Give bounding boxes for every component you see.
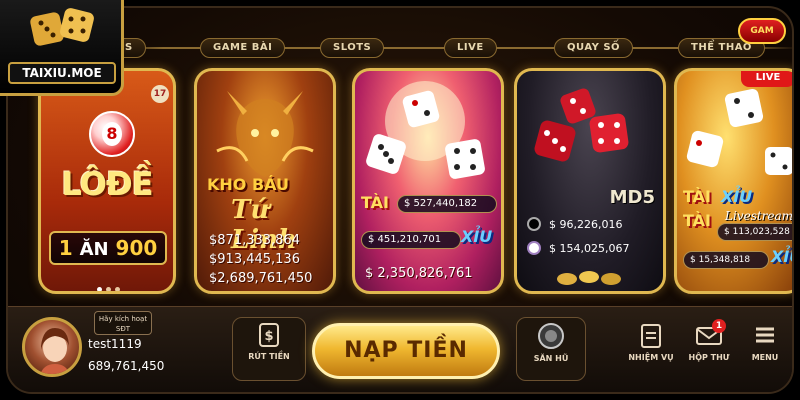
hamburger-icon	[756, 327, 774, 343]
username: test1119	[88, 337, 142, 351]
menu-button[interactable]: MENU	[742, 317, 788, 381]
kho-bau-jackpots: $871,333,864 $913,445,136 $2,689,761,450	[209, 231, 329, 288]
lode-odds-prefix: 1	[58, 236, 73, 260]
game-lobby: S GAME BÀI SLOTS LIVE QUAY SỐ THỂ THAO G…	[6, 6, 794, 394]
tab-quay-so[interactable]: QUAY SỐ	[554, 38, 634, 58]
logo-text: TAIXIU.MOE	[8, 62, 116, 84]
jackpot-value: $913,445,136	[209, 252, 300, 267]
lottery-ball-number: 8	[102, 122, 122, 146]
game-card-md5[interactable]: MD5 $ 96,226,016 $ 154,025,067	[514, 68, 666, 294]
md5-black-value: $ 96,226,016	[549, 218, 623, 231]
tab-slots[interactable]: SLOTS	[320, 38, 385, 58]
svg-text:$: $	[264, 329, 273, 344]
xiu-pot: $ 451,210,701	[361, 231, 461, 249]
tai-label: TÀI	[361, 193, 390, 212]
black-ball-icon	[527, 217, 541, 231]
category-tabs: S GAME BÀI SLOTS LIVE QUAY SỐ THỂ THAO	[108, 36, 792, 60]
deposit-button[interactable]: NẠP TIỀN	[312, 323, 500, 379]
balance: 689,761,450	[88, 359, 165, 373]
white-ball-icon	[527, 241, 541, 255]
gold-dice-icon	[30, 8, 94, 46]
jackpot-hunt-button[interactable]: SĂN HŨ	[516, 317, 586, 381]
game-card-live[interactable]: LIVE TÀI XỈU Livestream TÀI $ 113,023,52…	[674, 68, 794, 294]
avatar-face-icon	[40, 328, 70, 374]
jackpot-icon	[538, 323, 564, 349]
game-card-kho-bau[interactable]: KHO BÁU Tứ Linh $871,333,864 $913,445,13…	[194, 68, 336, 294]
withdraw-label: RÚT TIỀN	[248, 352, 290, 361]
lode-odds-word: ĂN	[79, 239, 109, 260]
mail-count-badge: 1	[712, 319, 726, 333]
bottom-bar: Hãy kích hoạt SĐT test1119 689,761,450 $…	[8, 306, 792, 392]
activate-line-2: SĐT	[115, 325, 131, 333]
white-dice-icon	[686, 88, 792, 175]
livestream-label: Livestream	[725, 209, 794, 223]
lottery-ball-icon: 8	[89, 111, 135, 157]
tab-live[interactable]: LIVE	[444, 38, 497, 58]
md5-label: MD5	[609, 187, 655, 208]
game-corner-badge[interactable]: GAM	[738, 18, 786, 44]
site-logo[interactable]: TAIXIU.MOE	[0, 0, 124, 96]
md5-white-row: $ 154,025,067	[527, 239, 657, 259]
withdraw-icon: $	[259, 323, 279, 347]
live-xiu-label: XỈU	[721, 187, 753, 206]
mailbox-label: HỘP THƯ	[688, 353, 730, 362]
live-tai-pot: $ 113,023,528	[717, 223, 792, 241]
live-tai-label: TÀI	[683, 187, 712, 206]
tab-game-bai[interactable]: GAME BÀI	[200, 38, 286, 58]
jackpot-label: SĂN HŨ	[533, 354, 569, 363]
clipboard-icon	[641, 324, 661, 348]
jackpot-value: $871,333,864	[209, 233, 300, 248]
missions-button[interactable]: NHIỆM VỤ	[620, 317, 682, 381]
md5-white-value: $ 154,025,067	[549, 242, 630, 255]
missions-label: NHIỆM VỤ	[628, 353, 674, 362]
kho-bau-title: KHO BÁU	[207, 175, 290, 194]
carousel-dots	[97, 277, 127, 291]
lottery-ball-badge: 17	[151, 85, 169, 103]
mailbox-button[interactable]: 1 HỘP THƯ	[678, 317, 740, 381]
dice-icon	[366, 81, 485, 179]
lode-title: LÔĐỀ	[61, 165, 153, 203]
xiu-label: XỈU	[461, 227, 493, 246]
game-card-tai-xiu[interactable]: TÀI $ 527,440,182 $ 451,210,701 XỈU $ 2,…	[352, 68, 504, 294]
live-xiu-pot: $ 15,348,818	[683, 251, 769, 269]
md5-black-row: $ 96,226,016	[527, 215, 657, 235]
coins-icon	[557, 271, 621, 285]
lode-odds: 1 ĂN 900	[49, 231, 167, 265]
red-dice-icon	[534, 88, 629, 162]
jackpot-value: $2,689,761,450	[209, 271, 313, 286]
menu-label: MENU	[751, 353, 779, 362]
withdraw-button[interactable]: $ RÚT TIỀN	[232, 317, 306, 381]
activate-phone-button[interactable]: Hãy kích hoạt SĐT	[94, 311, 152, 335]
avatar[interactable]	[22, 317, 82, 377]
live-tai-label-2: TÀI	[683, 211, 712, 230]
game-card-lode[interactable]: 17 8 LÔĐỀ 1 ĂN 900	[38, 68, 176, 294]
tai-xiu-total: $ 2,350,826,761	[365, 266, 473, 281]
lode-odds-value: 900	[115, 236, 158, 260]
live-xiu-label-2: XỈU	[771, 247, 792, 266]
activate-line-1: Hãy kích hoạt	[98, 315, 148, 323]
tai-pot: $ 527,440,182	[397, 195, 497, 213]
